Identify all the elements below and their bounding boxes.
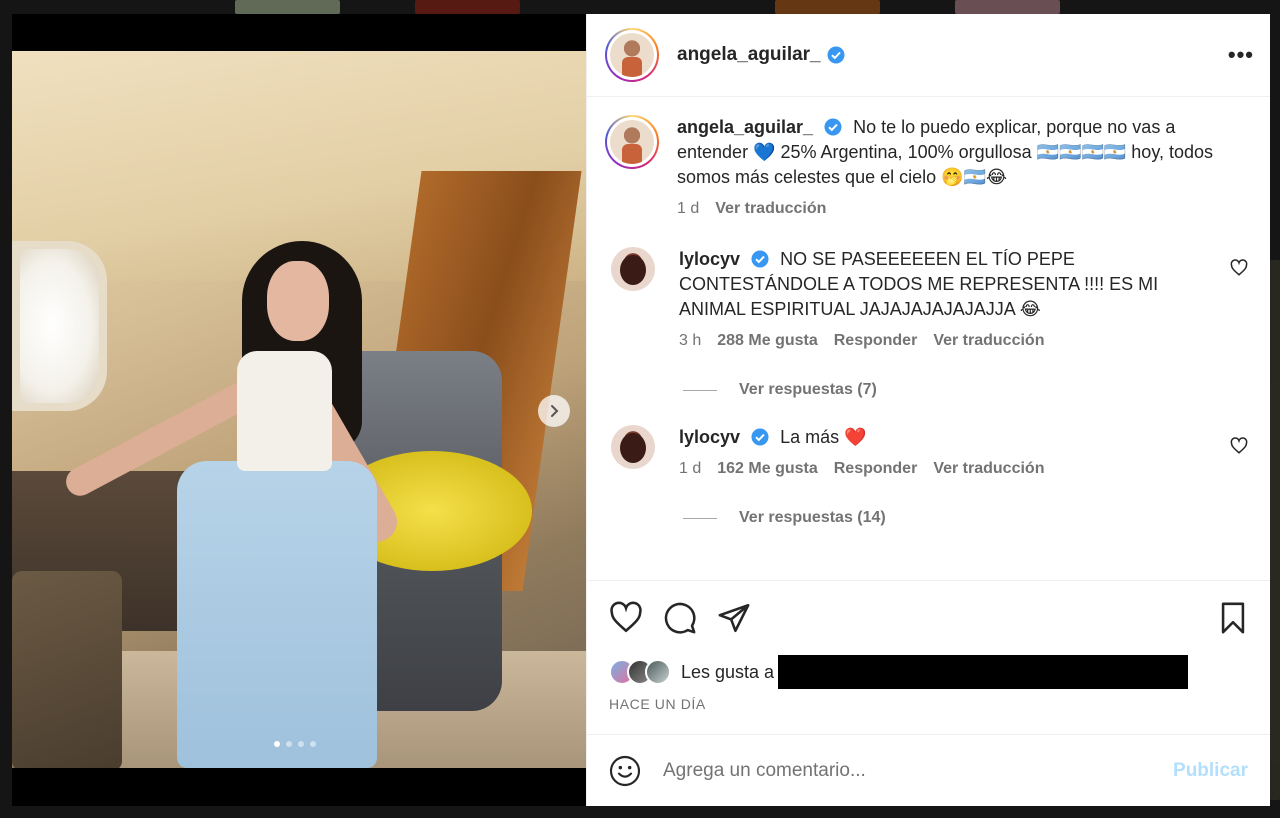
post-header: angela_aguilar_ ••• xyxy=(587,14,1270,97)
author-avatar-image xyxy=(610,33,654,77)
translate-button[interactable]: Ver traducción xyxy=(933,456,1044,481)
view-replies-button[interactable]: Ver respuestas (14) xyxy=(683,509,1248,527)
caption-username[interactable]: angela_aguilar_ xyxy=(677,117,813,137)
commenter-avatar[interactable] xyxy=(611,247,655,291)
reply-button[interactable]: Responder xyxy=(834,456,918,481)
verified-badge-icon xyxy=(827,46,845,64)
like-comment-heart-icon[interactable] xyxy=(1230,259,1248,277)
like-comment-heart-icon[interactable] xyxy=(1230,437,1248,455)
like-heart-icon[interactable] xyxy=(609,601,643,635)
post-timestamp[interactable]: HACE UN DÍA xyxy=(587,690,1270,734)
liker-avatar xyxy=(645,659,671,685)
view-replies-button[interactable]: Ver respuestas (7) xyxy=(683,381,1248,399)
comment-text: La más ❤️ xyxy=(780,427,867,447)
redacted-likers xyxy=(778,655,1189,689)
publish-button[interactable]: Publicar xyxy=(1173,760,1248,782)
comment-input[interactable] xyxy=(663,759,1174,782)
chevron-right-icon xyxy=(551,405,559,417)
comment-likes[interactable]: 162 Me gusta xyxy=(717,456,817,481)
comment-composer: Publicar xyxy=(587,734,1270,806)
photo-person-top xyxy=(237,351,332,471)
verified-badge-icon xyxy=(751,250,769,268)
carousel-dot xyxy=(310,741,316,747)
post-photo xyxy=(12,51,586,768)
comment-time[interactable]: 1 d xyxy=(679,456,701,481)
carousel-dot xyxy=(274,741,280,747)
caption-time[interactable]: 1 d xyxy=(677,196,699,221)
more-options-button[interactable]: ••• xyxy=(1228,42,1254,68)
verified-badge-icon xyxy=(751,428,769,446)
photo-person-face xyxy=(267,261,329,341)
commenter-avatar[interactable] xyxy=(611,425,655,469)
view-replies-label: Ver respuestas (14) xyxy=(739,509,886,526)
photo-bag xyxy=(12,571,122,768)
replies-divider xyxy=(683,517,717,519)
carousel-next-button[interactable] xyxy=(538,395,570,427)
author-username[interactable]: angela_aguilar_ xyxy=(677,44,821,66)
photo-window xyxy=(12,241,107,411)
replies-divider xyxy=(683,389,717,391)
verified-badge-icon xyxy=(824,118,842,136)
emoji-icon[interactable] xyxy=(609,755,641,787)
post-media xyxy=(12,14,586,806)
carousel-dot xyxy=(298,741,304,747)
liker-avatars[interactable] xyxy=(609,659,671,685)
save-bookmark-icon[interactable] xyxy=(1216,601,1250,635)
post-side-panel: angela_aguilar_ ••• angela_aguilar_ No t… xyxy=(586,14,1270,806)
post-modal: angela_aguilar_ ••• angela_aguilar_ No t… xyxy=(12,14,1270,806)
comment-item: lylocyv NO SE PASEEEEEEN EL TÍO PEPE CON… xyxy=(605,247,1248,353)
reply-button[interactable]: Responder xyxy=(834,328,918,353)
comment-username[interactable]: lylocyv xyxy=(679,427,740,447)
caption-translate-button[interactable]: Ver traducción xyxy=(715,196,826,221)
likes-summary: Les gusta a xyxy=(587,654,1270,690)
post-actions-bar xyxy=(587,580,1270,654)
comments-list: angela_aguilar_ No te lo puedo explicar,… xyxy=(587,97,1270,580)
comment-item: lylocyv La más ❤️ 1 d 162 Me gusta Respo… xyxy=(605,425,1248,481)
caption-author-avatar-image xyxy=(610,120,654,164)
translate-button[interactable]: Ver traducción xyxy=(933,328,1044,353)
caption: angela_aguilar_ No te lo puedo explicar,… xyxy=(605,115,1248,221)
author-avatar[interactable] xyxy=(605,28,659,82)
carousel-dot xyxy=(286,741,292,747)
carousel-indicator xyxy=(274,741,316,747)
likes-prefix: Les gusta a xyxy=(681,661,775,682)
share-paper-plane-icon[interactable] xyxy=(717,601,751,635)
view-replies-label: Ver respuestas (7) xyxy=(739,381,877,398)
caption-author-avatar[interactable] xyxy=(605,115,659,169)
comment-username[interactable]: lylocyv xyxy=(679,249,740,269)
comment-bubble-icon[interactable] xyxy=(663,601,697,635)
photo-person-pants xyxy=(177,461,377,768)
comment-likes[interactable]: 288 Me gusta xyxy=(717,328,817,353)
comment-time[interactable]: 3 h xyxy=(679,328,701,353)
